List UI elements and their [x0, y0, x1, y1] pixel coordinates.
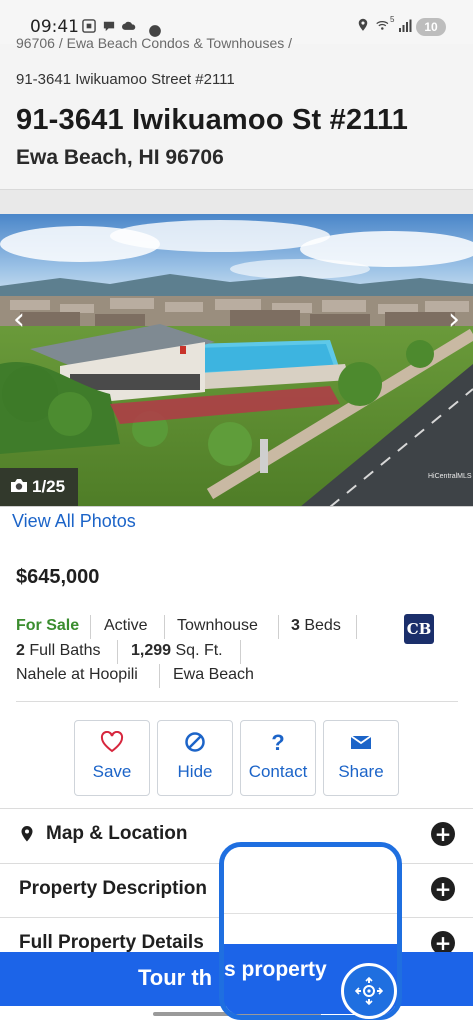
separator: [159, 664, 160, 688]
listing-photo[interactable]: [0, 214, 473, 507]
community-name: Nahele at Hoopili: [16, 666, 138, 683]
facts-row-1: For Sale Active Townhouse 3 Beds: [16, 615, 456, 643]
section-map-location[interactable]: Map & Location +: [0, 809, 473, 863]
question-icon: ?: [271, 730, 285, 755]
property-type: Townhouse: [177, 617, 258, 634]
photo-counter-label: 1/25: [32, 477, 66, 496]
separator: [90, 615, 91, 639]
share-button-label: Share: [338, 762, 384, 781]
facts-divider: [16, 701, 458, 702]
baths: 2 Full Baths: [16, 642, 101, 660]
page-subtitle: Ewa Beach, HI 96706: [16, 146, 224, 169]
contact-button[interactable]: ? Contact: [240, 720, 316, 796]
hide-button-label: Hide: [177, 762, 213, 781]
wifi-icon: [376, 21, 389, 30]
tour-property-button[interactable]: Tour th: [0, 952, 473, 1006]
expand-icon[interactable]: +: [431, 822, 455, 846]
listing-state: Active: [104, 617, 148, 634]
page-title: 91-3641 Iwikuamoo St #2111: [16, 104, 409, 136]
camera-icon: [11, 479, 27, 492]
listing-header: 96706 / Ewa Beach Condos & Townhouses / …: [0, 35, 473, 190]
baths-count: 2: [16, 642, 25, 659]
breadcrumb[interactable]: 96706 / Ewa Beach Condos & Townhouses /: [16, 35, 292, 51]
facts-row-3: Nahele at Hoopili Ewa Beach: [16, 664, 456, 692]
area-name: Ewa Beach: [173, 666, 254, 683]
gallery-top-band: [0, 190, 473, 214]
brokerage-logo: CB: [404, 614, 434, 644]
status-time: 09:41: [30, 17, 79, 37]
signal-icon: [399, 19, 412, 32]
envelope-icon: [324, 731, 398, 755]
home-indicator[interactable]: [153, 1012, 321, 1016]
map-pin-icon: [21, 826, 33, 842]
signal-label: 5: [390, 15, 395, 24]
sqft-label: Sq. Ft.: [171, 642, 223, 659]
separator: [356, 615, 357, 639]
location-icon: [358, 18, 368, 31]
square-feet: 1,299 Sq. Ft.: [131, 642, 223, 660]
listing-status: For Sale: [16, 617, 80, 634]
beds-count: 3: [291, 617, 300, 634]
tour-button-label-start: Tour th: [138, 965, 213, 990]
share-button[interactable]: Share: [323, 720, 399, 796]
view-all-photos-link[interactable]: View All Photos: [12, 511, 136, 532]
assistant-fab[interactable]: [341, 963, 397, 1019]
section-label: Map & Location: [46, 823, 188, 844]
gear-icon: [355, 977, 383, 1005]
message-icon: [103, 21, 115, 32]
photo-divider: [0, 506, 473, 507]
photo-credit: HiCentralMLS: [428, 473, 472, 480]
hide-icon: [158, 731, 232, 758]
screenshot-icon: [82, 19, 96, 33]
save-button[interactable]: Save: [74, 720, 150, 796]
property-photo-illustration: [0, 214, 473, 507]
breadcrumb-current: 91-3641 Iwikuamoo Street #2111: [16, 71, 235, 88]
beds: 3 Beds: [291, 617, 341, 635]
heart-icon: [75, 730, 149, 758]
contact-button-label: Contact: [248, 762, 308, 781]
battery-indicator: 10: [416, 18, 446, 36]
photo-prev-button[interactable]: ‹: [0, 300, 38, 340]
facts-row-2: 2 Full Baths 1,299 Sq. Ft.: [16, 640, 456, 668]
cloud-icon: [122, 21, 136, 30]
hide-button[interactable]: Hide: [157, 720, 233, 796]
separator: [117, 640, 118, 664]
separator: [164, 615, 165, 639]
separator: [240, 640, 241, 664]
listing-price: $645,000: [16, 566, 100, 588]
sqft-count: 1,299: [131, 642, 172, 659]
separator: [278, 615, 279, 639]
beds-label: Beds: [299, 617, 341, 634]
photo-next-button[interactable]: ›: [435, 300, 473, 340]
photo-counter: 1/25: [0, 468, 78, 506]
section-property-description[interactable]: Property Description +: [0, 864, 473, 918]
expand-icon[interactable]: +: [431, 877, 455, 901]
baths-label: Full Baths: [24, 642, 101, 659]
save-button-label: Save: [92, 762, 132, 781]
section-label: Full Property Details: [19, 932, 204, 953]
section-label: Property Description: [19, 878, 207, 899]
